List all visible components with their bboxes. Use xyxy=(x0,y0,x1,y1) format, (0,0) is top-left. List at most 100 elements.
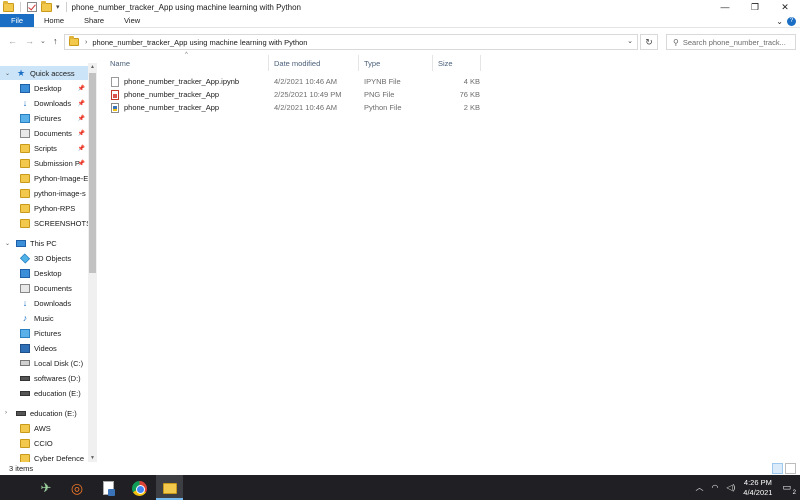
folder-icon xyxy=(3,0,14,12)
nav-item-submission[interactable]: Submission P 📌 xyxy=(0,156,88,170)
nav-item-videos[interactable]: Videos xyxy=(0,341,88,355)
large-icons-view-button[interactable] xyxy=(785,463,796,474)
nav-label: education (E:) xyxy=(30,408,77,418)
nav-label: AWS xyxy=(34,423,51,433)
search-icon: ⚲ xyxy=(673,37,679,47)
downloads-icon: ↓ xyxy=(22,97,28,108)
refresh-button[interactable]: ↻ xyxy=(640,34,658,50)
nav-item-pc-desktop[interactable]: Desktop xyxy=(0,266,88,280)
file-size: 2 KB xyxy=(463,103,480,112)
nav-item-python-rps[interactable]: Python-RPS xyxy=(0,201,88,215)
taskbar-app-bird[interactable]: ✈ xyxy=(38,480,54,496)
nav-item-local-disk-c[interactable]: Local Disk (C:) xyxy=(0,356,88,370)
maximize-button[interactable]: ❐ xyxy=(740,0,770,14)
file-row[interactable]: phone_number_tracker_App 4/2/2021 10:46 … xyxy=(105,101,495,114)
chevron-down-icon[interactable]: ⌄ xyxy=(627,37,633,45)
nav-item-python-image-s[interactable]: python-image-s xyxy=(0,186,88,200)
tab-home[interactable]: Home xyxy=(34,14,74,27)
details-view-button[interactable] xyxy=(772,463,783,474)
title-bar: ▾ phone_number_tracker_App using machine… xyxy=(0,0,800,14)
column-header-size[interactable]: Size xyxy=(433,55,481,71)
window-controls: — ❐ ✕ xyxy=(710,0,800,14)
nav-item-ccio[interactable]: CCIO xyxy=(0,436,88,450)
column-header-name[interactable]: Name xyxy=(105,55,269,71)
folder-icon xyxy=(20,173,30,183)
scroll-down-icon[interactable]: ▼ xyxy=(88,455,97,461)
nav-this-pc[interactable]: ⌄ This PC xyxy=(0,236,88,250)
nav-item-python-image-e[interactable]: Python-Image-E xyxy=(0,171,88,185)
nav-item-aws[interactable]: AWS xyxy=(0,421,88,435)
nav-label: Python-RPS xyxy=(34,203,76,213)
file-row[interactable]: phone_number_tracker_App 2/25/2021 10:49… xyxy=(105,88,495,101)
chevron-down-icon[interactable]: ⌄ xyxy=(5,70,10,77)
nav-item-cyber-defence[interactable]: Cyber Defence xyxy=(0,451,88,462)
forward-button[interactable]: → xyxy=(25,36,34,46)
tab-share[interactable]: Share xyxy=(74,14,114,27)
column-header-date[interactable]: Date modified xyxy=(269,55,359,71)
pictures-icon xyxy=(20,328,30,338)
nav-item-pc-downloads[interactable]: ↓ Downloads xyxy=(0,296,88,310)
volume-icon[interactable]: ◁) xyxy=(726,483,735,492)
nav-item-softwares-d[interactable]: softwares (D:) xyxy=(0,371,88,385)
expand-ribbon-icon[interactable]: ⌄ xyxy=(776,17,783,26)
properties-icon[interactable] xyxy=(27,2,37,12)
minimize-button[interactable]: — xyxy=(710,0,740,14)
notification-icon[interactable]: ▭ 2 xyxy=(782,482,796,496)
nav-item-downloads[interactable]: ↓ Downloads 📌 xyxy=(0,96,88,110)
document-app-icon xyxy=(102,481,115,496)
3d-objects-icon xyxy=(19,252,31,264)
search-input[interactable] xyxy=(682,37,793,47)
chevron-up-icon[interactable]: ︿ xyxy=(695,482,703,493)
nav-quick-access[interactable]: ⌄ ★ Quick access xyxy=(0,66,88,80)
nav-item-music[interactable]: ♪ Music xyxy=(0,311,88,325)
status-bar: 3 items xyxy=(0,462,800,475)
ribbon-right: ⌄ ? xyxy=(776,14,800,28)
nav-label: Downloads xyxy=(34,298,72,308)
close-button[interactable]: ✕ xyxy=(770,0,800,14)
nav-label: This PC xyxy=(30,238,57,248)
nav-item-education-e[interactable]: education (E:) xyxy=(0,386,88,400)
taskbar-app-jupyter[interactable]: ◎ xyxy=(69,480,85,496)
clock[interactable]: 4:26 PM 4/4/2021 xyxy=(743,478,772,498)
nav-drive-education-e[interactable]: › education (E:) xyxy=(0,406,88,420)
file-date: 4/2/2021 10:46 AM xyxy=(274,77,337,86)
tab-file[interactable]: File xyxy=(0,14,34,27)
file-name-cell: phone_number_tracker_App.ipynb xyxy=(111,75,239,88)
recent-locations-button[interactable]: ⌄ xyxy=(40,37,46,45)
folder-icon xyxy=(20,158,30,168)
taskbar: ✈ ◎ ︿ ◠ ◁) 4:26 PM 4/4/2021 ▭ 2 xyxy=(0,475,800,500)
address-bar[interactable]: › phone_number_tracker_App using machine… xyxy=(64,34,638,50)
drive-icon xyxy=(16,410,26,416)
back-button[interactable]: ← xyxy=(8,36,17,46)
search-box[interactable]: ⚲ xyxy=(666,34,796,50)
taskbar-app-editor[interactable] xyxy=(100,480,116,496)
chevron-right-icon[interactable]: › xyxy=(5,410,7,416)
customize-toolbar-icon[interactable]: ▾ xyxy=(56,3,60,11)
chevron-right-icon[interactable]: › xyxy=(85,39,87,46)
new-folder-icon[interactable] xyxy=(41,0,52,12)
nav-item-scripts[interactable]: Scripts 📌 xyxy=(0,141,88,155)
up-button[interactable]: ↑ xyxy=(53,36,58,46)
column-header-type[interactable]: Type xyxy=(359,55,433,71)
nav-item-desktop[interactable]: Desktop 📌 xyxy=(0,81,88,95)
wifi-icon[interactable]: ◠ xyxy=(711,483,718,492)
window-title: phone_number_tracker_App using machine l… xyxy=(71,2,301,12)
nav-label: Pictures xyxy=(34,113,62,123)
nav-scrollbar[interactable]: ▲ ▼ xyxy=(88,63,97,462)
nav-item-3d-objects[interactable]: 3D Objects xyxy=(0,251,88,265)
help-icon[interactable]: ? xyxy=(787,16,796,26)
taskbar-app-chrome[interactable] xyxy=(131,480,147,496)
breadcrumb[interactable]: phone_number_tracker_App using machine l… xyxy=(92,38,307,47)
taskbar-app-file-explorer[interactable] xyxy=(162,480,178,496)
nav-label: Desktop xyxy=(34,268,62,278)
nav-item-pc-documents[interactable]: Documents xyxy=(0,281,88,295)
chevron-down-icon[interactable]: ⌄ xyxy=(5,240,10,247)
nav-item-pc-pictures[interactable]: Pictures xyxy=(0,326,88,340)
scrollbar-thumb[interactable] xyxy=(89,73,96,273)
nav-item-documents[interactable]: Documents 📌 xyxy=(0,126,88,140)
file-row[interactable]: phone_number_tracker_App.ipynb 4/2/2021 … xyxy=(105,75,495,88)
scroll-up-icon[interactable]: ▲ xyxy=(88,64,97,70)
tab-view[interactable]: View xyxy=(114,14,150,27)
nav-item-pictures[interactable]: Pictures 📌 xyxy=(0,111,88,125)
nav-item-screenshots[interactable]: SCREENSHOTS xyxy=(0,216,88,230)
